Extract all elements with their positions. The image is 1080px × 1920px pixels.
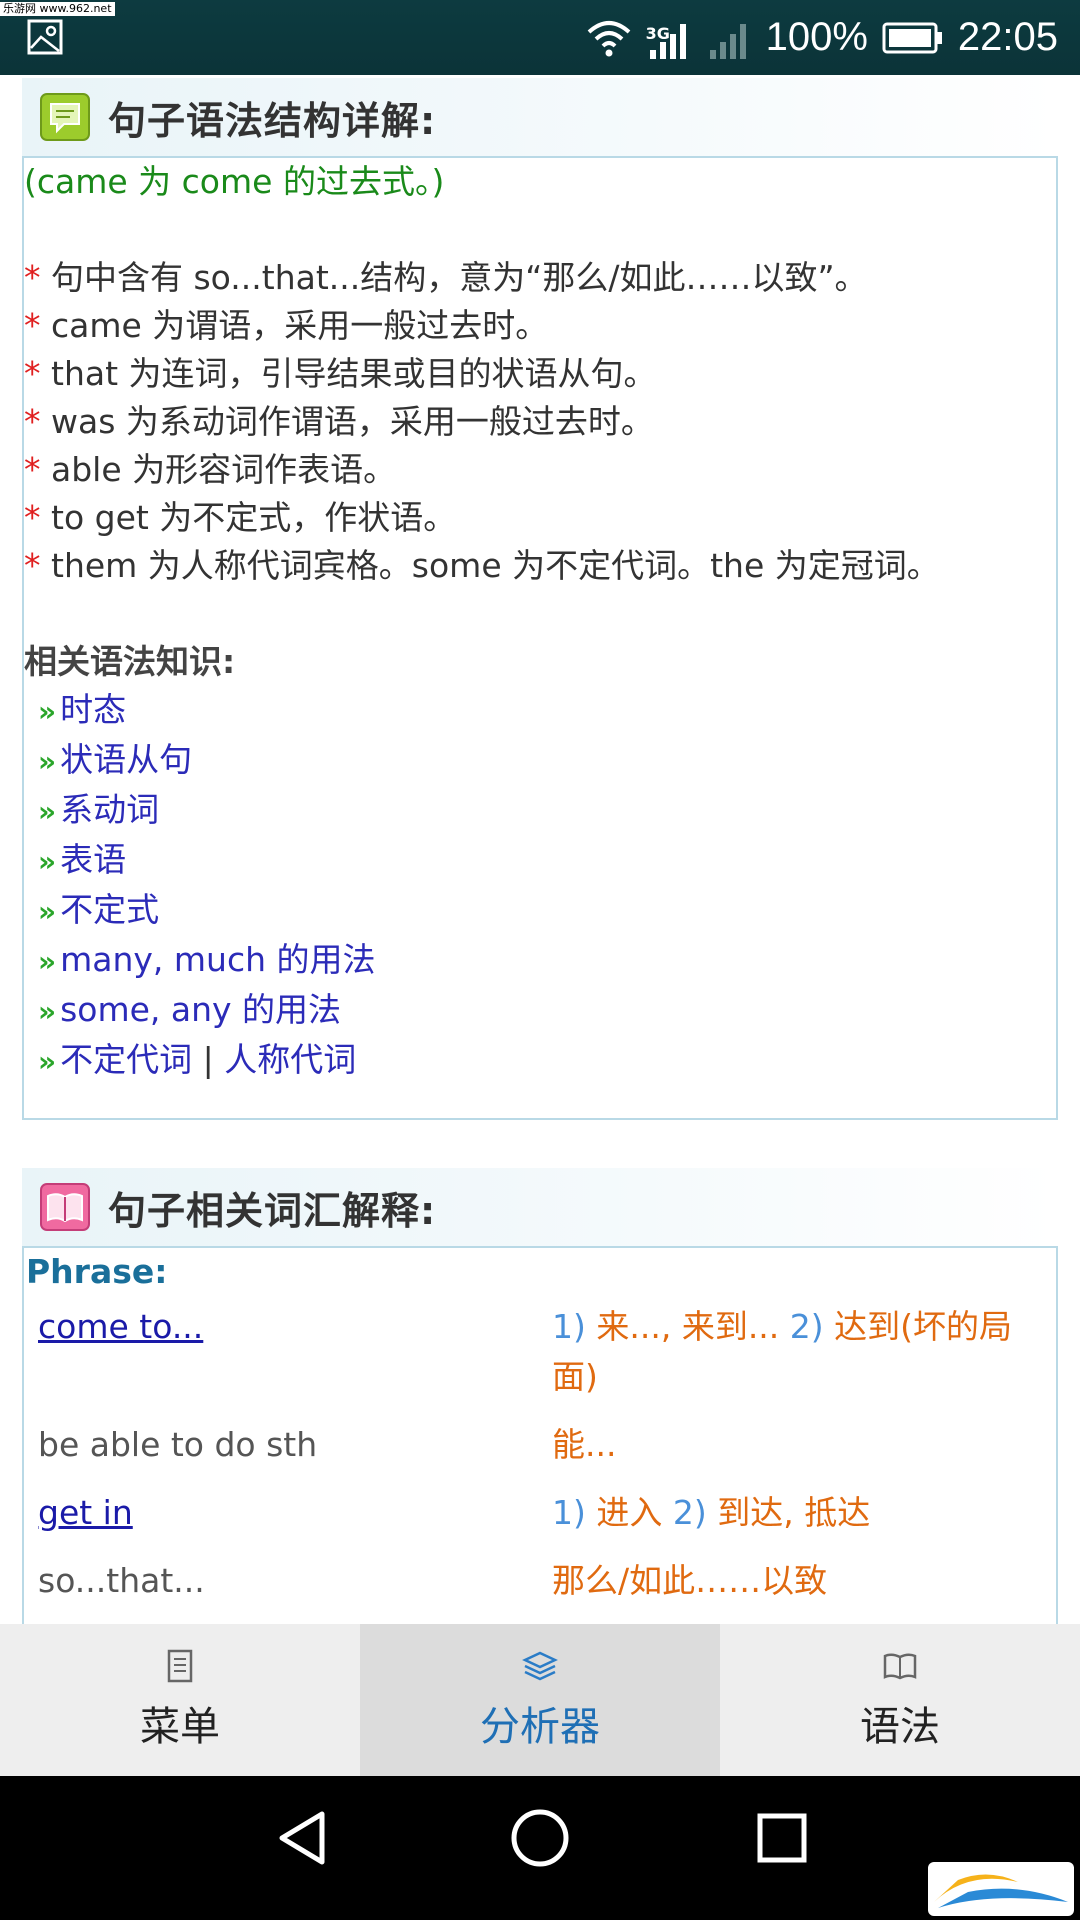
document-icon [167, 1649, 193, 1683]
grammar-section-header: 句子语法结构详解: [22, 78, 1058, 156]
vocab-term: so...that... [38, 1561, 205, 1600]
clock: 22:05 [957, 15, 1058, 59]
vocab-definition: 1) 来..., 来到... 2) 达到(坏的局面) [552, 1307, 1013, 1396]
grammar-content-box: (came 为 come 的过去式。) * 句中含有 so...that...结… [22, 156, 1058, 1120]
site-watermark-logo [928, 1862, 1074, 1916]
book-icon [40, 1183, 90, 1231]
intro-note: (came 为 come 的过去式。) [24, 162, 445, 201]
vocab-term: be able to do sth [38, 1425, 318, 1464]
status-bar: 乐游网 www.962.net 3G 100% 22:05 [0, 0, 1080, 75]
related-link-predicative[interactable]: » 表语 [24, 836, 1056, 886]
vocab-row: so...that... 那么/如此……以致 [24, 1556, 1056, 1606]
vocab-section-title: 句子相关词汇解释: [108, 1188, 437, 1233]
related-link-indefinite-pronoun[interactable]: 不定代词 [60, 1040, 192, 1079]
home-icon[interactable] [508, 1806, 572, 1870]
grammar-point: * 句中含有 so...that...结构，意为“那么/如此……以致”。 [24, 258, 868, 297]
back-icon[interactable] [272, 1806, 332, 1870]
phrase-label: Phrase: [26, 1252, 168, 1291]
vocab-section: 句子相关词汇解释: Phrase: come to... 1) 来..., 来到… [22, 1168, 1058, 1624]
related-link-linking-verb[interactable]: » 系动词 [24, 786, 1056, 836]
related-link-pronouns: » 不定代词 | 人称代词 [38, 1040, 357, 1079]
vocab-definition: 那么/如此……以致 [552, 1561, 828, 1600]
open-book-icon [883, 1653, 917, 1680]
vocab-term-link[interactable]: come to... [38, 1307, 203, 1346]
signal-strong-icon [649, 23, 686, 59]
double-chevron-icon: » [38, 995, 57, 1028]
related-link-infinitive[interactable]: » 不定式 [24, 886, 1056, 936]
vocab-definition: 1) 进入 2) 到达, 抵达 [552, 1493, 871, 1532]
related-link-some-any[interactable]: » some, any 的用法 [24, 986, 1056, 1036]
grammar-point: * able 为形容词作表语。 [24, 450, 397, 489]
vocab-definition: 能... [552, 1425, 617, 1464]
related-link-tense[interactable]: » 时态 [24, 686, 1056, 736]
signal-empty-icon [709, 23, 746, 59]
cell-signal-3g: 3G [646, 14, 692, 62]
related-link-personal-pronoun[interactable]: 人称代词 [224, 1040, 356, 1079]
grammar-section-title: 句子语法结构详解: [108, 98, 437, 143]
battery-percent: 100% [765, 15, 868, 59]
grammar-point: * that 为连词，引导结果或目的状语从句。 [24, 354, 657, 393]
vocab-row: come to... 1) 来..., 来到... 2) 达到(坏的局面) [24, 1302, 1056, 1402]
recents-icon[interactable] [752, 1806, 812, 1870]
grammar-point: * them 为人称代词宾格。some 为不定代词。the 为定冠词。 [24, 546, 940, 585]
double-chevron-icon: » [38, 1045, 57, 1078]
vocab-section-header: 句子相关词汇解释: [22, 1168, 1058, 1246]
double-chevron-icon: » [38, 845, 57, 878]
double-chevron-icon: » [38, 745, 57, 778]
vocab-term-link[interactable]: get in [38, 1493, 133, 1532]
grammar-point: * was 为系动词作谓语，采用一般过去时。 [24, 402, 654, 441]
tab-grammar[interactable]: 语法 [720, 1624, 1080, 1776]
battery-icon [882, 22, 942, 53]
bottom-tab-bar: 菜单 分析器 语法 [0, 1624, 1080, 1776]
vocab-row: be able to do sth 能... [24, 1420, 1056, 1470]
double-chevron-icon: » [38, 945, 57, 978]
double-chevron-icon: » [38, 695, 57, 728]
system-nav-bar [0, 1776, 1080, 1920]
related-grammar-label: 相关语法知识: [24, 642, 236, 681]
watermark-text: 乐游网 www.962.net [0, 2, 115, 16]
double-chevron-icon: » [38, 795, 57, 828]
vocab-content-box: Phrase: come to... 1) 来..., 来到... 2) 达到(… [22, 1246, 1058, 1624]
related-link-adverbial-clause[interactable]: » 状语从句 [24, 736, 1056, 786]
related-link-many-much[interactable]: » many, much 的用法 [24, 936, 1056, 986]
layers-icon [522, 1651, 558, 1681]
double-chevron-icon: » [38, 895, 57, 928]
grammar-point: * came 为谓语，采用一般过去时。 [24, 306, 549, 345]
grammar-point: * to get 为不定式，作状语。 [24, 498, 457, 537]
tab-menu[interactable]: 菜单 [0, 1624, 360, 1776]
grammar-section: 句子语法结构详解: (came 为 come 的过去式。) * 句中含有 so.… [22, 78, 1058, 1120]
wifi-icon [587, 20, 630, 56]
comment-icon [40, 93, 90, 141]
tab-analyzer[interactable]: 分析器 [360, 1624, 720, 1776]
image-notification-icon [27, 19, 63, 55]
vocab-row: get in 1) 进入 2) 到达, 抵达 [24, 1488, 1056, 1538]
